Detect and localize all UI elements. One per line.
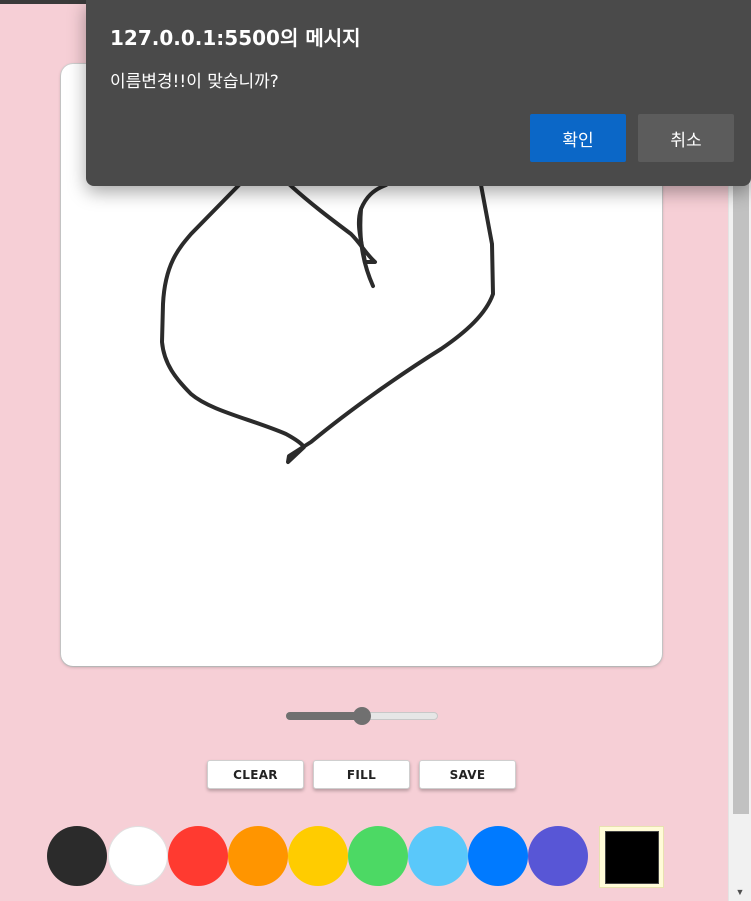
- scroll-thumb[interactable]: [733, 174, 749, 814]
- dialog-message: 이름변경!!이 맞습니까?: [110, 72, 279, 92]
- color-option-blue[interactable]: [468, 826, 528, 886]
- cancel-button[interactable]: 취소: [638, 114, 734, 162]
- color-option-orange[interactable]: [228, 826, 288, 886]
- save-button[interactable]: SAVE: [419, 760, 516, 789]
- scroll-down-arrow-icon[interactable]: ▼: [729, 883, 751, 901]
- color-option-yellow[interactable]: [288, 826, 348, 886]
- dialog-title: 127.0.0.1:5500의 메시지: [110, 26, 361, 50]
- color-option-purple[interactable]: [528, 826, 588, 886]
- line-width-slider[interactable]: [286, 706, 438, 726]
- alert-dialog: 127.0.0.1:5500의 메시지 이름변경!!이 맞습니까? 확인 취소: [86, 0, 751, 186]
- clear-button[interactable]: CLEAR: [207, 760, 304, 789]
- color-picker-swatch: [605, 831, 659, 884]
- color-option-white[interactable]: [108, 826, 168, 886]
- confirm-button[interactable]: 확인: [530, 114, 626, 162]
- color-option-red[interactable]: [168, 826, 228, 886]
- color-option-black[interactable]: [47, 826, 107, 886]
- color-picker-input[interactable]: [599, 826, 664, 888]
- color-option-sky-blue[interactable]: [408, 826, 468, 886]
- slider-fill: [286, 712, 362, 720]
- slider-thumb[interactable]: [353, 707, 371, 725]
- color-option-green[interactable]: [348, 826, 408, 886]
- fill-button[interactable]: FILL: [313, 760, 410, 789]
